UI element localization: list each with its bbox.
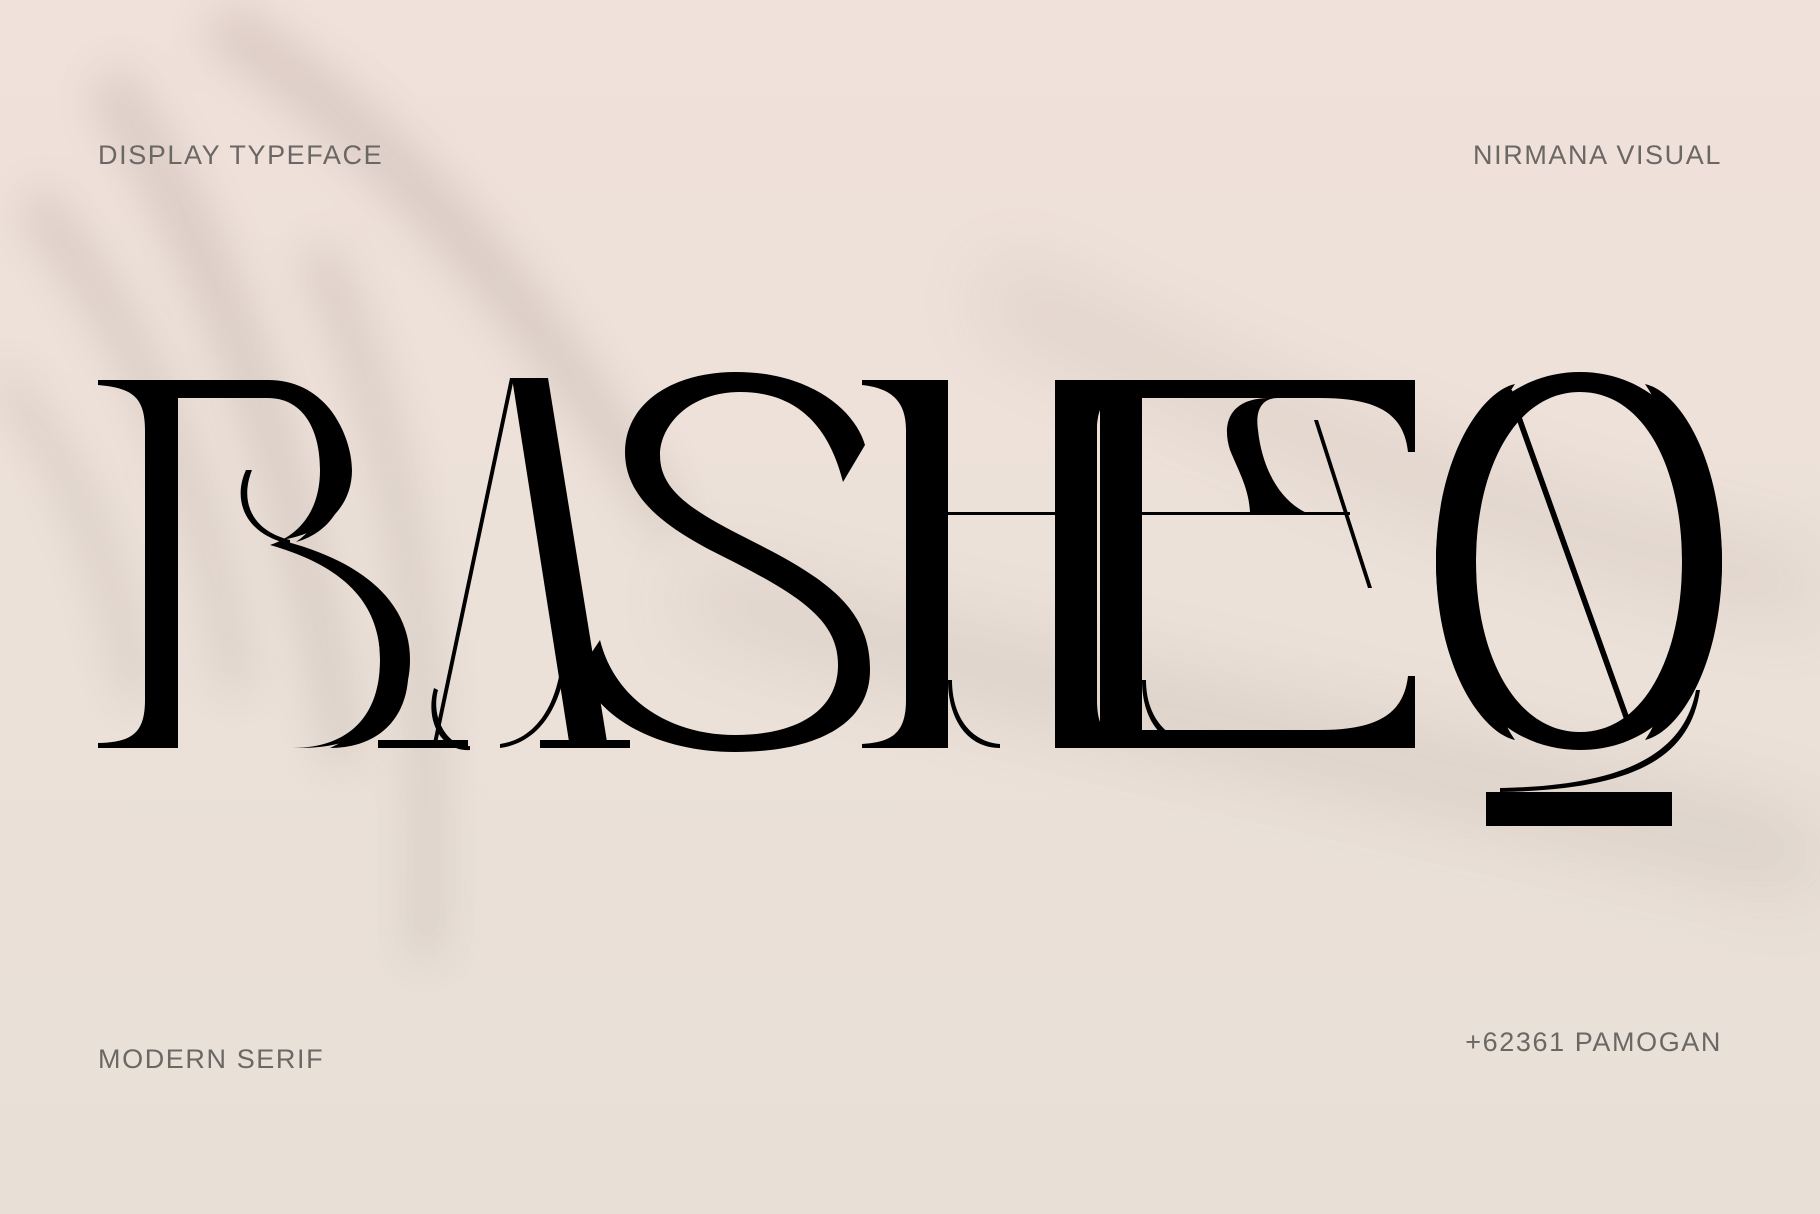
letter-q bbox=[1436, 372, 1722, 826]
letter-e bbox=[1100, 380, 1415, 748]
letter-a bbox=[378, 378, 630, 751]
basheq-wordmark bbox=[98, 372, 1722, 826]
letter-b bbox=[98, 380, 410, 748]
letter-s bbox=[580, 372, 870, 752]
